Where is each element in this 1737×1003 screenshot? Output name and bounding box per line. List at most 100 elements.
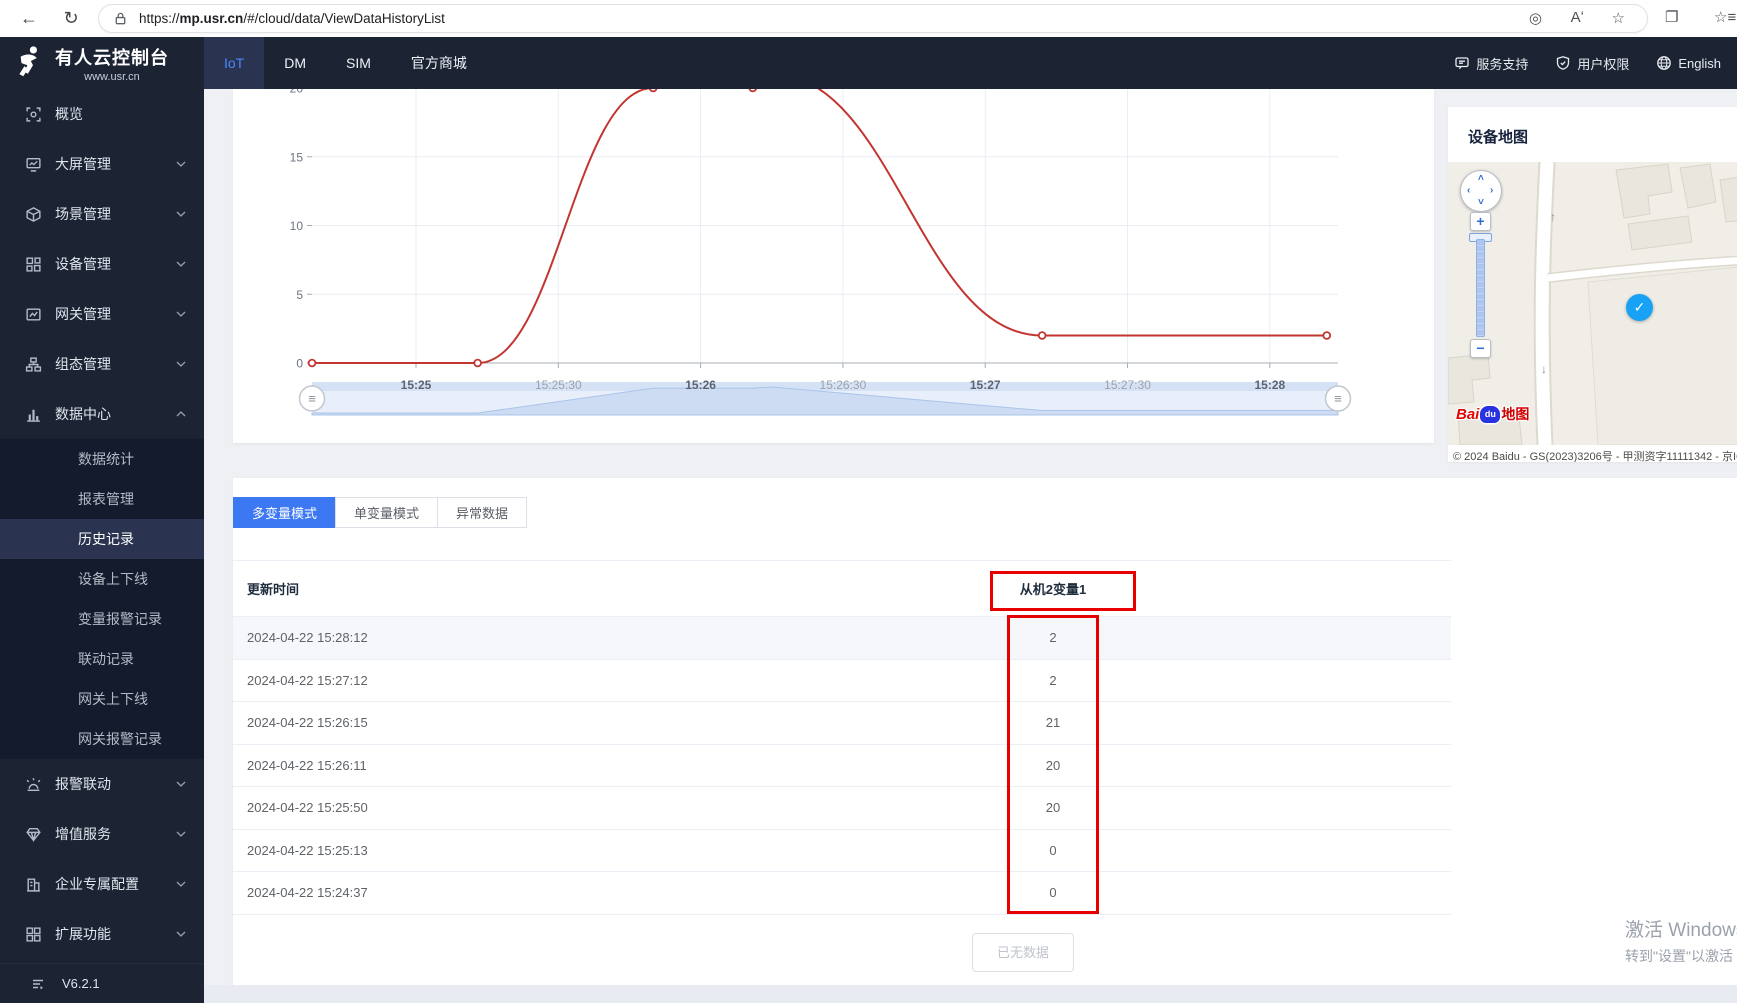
chevron-down-icon <box>176 831 186 837</box>
road-arrow-down-icon: ↓ <box>1541 362 1547 376</box>
sidebar-subitem[interactable]: 变量报警记录 <box>0 599 204 639</box>
cell-update-time: 2024-04-22 15:27:12 <box>247 672 368 688</box>
sidebar-item-screen[interactable]: 大屏管理 <box>0 139 204 189</box>
sidebar-item-datacenter[interactable]: 数据中心 <box>0 389 204 439</box>
brand-title: 有人云控制台 <box>55 47 169 68</box>
col-header-variable: 从机2变量1 <box>1019 582 1087 597</box>
device-location-marker[interactable]: ✓ <box>1626 294 1653 321</box>
pan-down-icon[interactable]: ˅ <box>1478 197 1484 208</box>
map-zoom-out-button[interactable]: − <box>1470 339 1491 358</box>
pan-up-icon[interactable]: ˄ <box>1478 173 1484 184</box>
mode-tab[interactable]: 异常数据 <box>437 497 528 528</box>
cell-variable-value: 2 <box>1049 630 1057 646</box>
history-line-chart[interactable]: 0 5 10 15 20 15:25 15:25:30 15:26 15:26:30 15:27 1… <box>233 69 1434 443</box>
sidebar-item-alarm[interactable]: 报警联动 <box>0 759 204 809</box>
cell-variable-value: 20 <box>1045 800 1061 816</box>
sidebar-item-label: 企业专属配置 <box>55 876 139 892</box>
sidebar-item-device[interactable]: 设备管理 <box>0 239 204 289</box>
baidu-maps-logo: Bai du 地图 <box>1456 405 1530 423</box>
lock-icon[interactable] <box>113 11 128 31</box>
topnav-item-shield[interactable]: 用户权限 <box>1555 54 1629 73</box>
brand-logo[interactable]: 有人云控制台 www.usr.cn <box>0 37 204 89</box>
sidebar-item-label: 概览 <box>55 106 83 122</box>
table-row[interactable]: 2024-04-22 15:25:13 0 <box>233 830 1451 872</box>
site-permissions-icon[interactable]: ◎ <box>1529 9 1542 27</box>
shield-icon <box>1555 55 1571 71</box>
table-row[interactable]: 2024-04-22 15:26:15 21 <box>233 702 1451 745</box>
topnav-tab-官方商城[interactable]: 官方商城 <box>391 37 487 89</box>
svg-text:20: 20 <box>290 89 304 96</box>
map-pan-control[interactable]: ˄ ˅ ‹ › <box>1460 170 1502 212</box>
history-chart-card: 0 5 10 15 20 15:25 15:25:30 15:26 15:26:30 15:27 1… <box>233 69 1434 443</box>
sidebar-subitem[interactable]: 网关报警记录 <box>0 719 204 759</box>
sidebar-item-label: 场景管理 <box>55 206 111 222</box>
sidebar-item-gateway[interactable]: 网关管理 <box>0 289 204 339</box>
chevron-down-icon <box>176 361 186 367</box>
svg-text:15:25:30: 15:25:30 <box>535 378 582 392</box>
svg-text:15:26: 15:26 <box>685 378 716 392</box>
baidu-map[interactable]: ˄ ˅ ‹ › + − ✓ ↑ ↓ Bai du 地图 <box>1448 162 1737 445</box>
pan-right-icon[interactable]: › <box>1490 185 1493 196</box>
sidebar-subitem[interactable]: 设备上下线 <box>0 559 204 599</box>
cell-update-time: 2024-04-22 15:28:12 <box>247 630 368 646</box>
sidebar-submenu: 数据统计 报表管理 历史记录 设备上下线 变量报警记录 联动记录 网关上下线 网关报警记录 <box>0 439 204 759</box>
sidebar-item-scada[interactable]: 组态管理 <box>0 339 204 389</box>
pan-left-icon[interactable]: ‹ <box>1467 185 1470 196</box>
mode-tab[interactable]: 单变量模式 <box>335 497 439 528</box>
device-map-title: 设备地图 <box>1468 129 1529 146</box>
table-row[interactable]: 2024-04-22 15:27:12 2 <box>233 660 1451 702</box>
favorite-star-icon[interactable]: ☆ <box>1612 9 1625 27</box>
sidebar-subitem[interactable]: 数据统计 <box>0 439 204 479</box>
scene-icon <box>25 206 43 223</box>
table-header-row: 更新时间 从机2变量1 <box>233 560 1451 617</box>
table-row[interactable]: 2024-04-22 15:28:12 2 <box>233 617 1451 660</box>
sidebar-item-overview[interactable]: 概览 <box>0 89 204 139</box>
cell-variable-value: 20 <box>1045 757 1061 773</box>
sidebar-item-extension[interactable]: 扩展功能 <box>0 909 204 959</box>
datazoom-handle-left[interactable]: ≡ <box>298 385 326 412</box>
chevron-down-icon <box>176 211 186 217</box>
version-label: V6.2.1 <box>62 976 100 991</box>
cell-variable-value: 0 <box>1049 842 1057 858</box>
table-row[interactable]: 2024-04-22 15:26:11 20 <box>233 745 1451 787</box>
chevron-down-icon <box>176 161 186 167</box>
sidebar-subitem[interactable]: 报表管理 <box>0 479 204 519</box>
sidebar-subitem[interactable]: 网关上下线 <box>0 679 204 719</box>
chevron-down-icon <box>176 261 186 267</box>
windows-activation-watermark: 激活 Windows 转到"设置"以激活 Windows。 <box>1625 920 1737 964</box>
records-panel: 多变量模式 单变量模式 异常数据 更新时间 从机2变量1 2024-04-22 15… <box>233 478 1737 985</box>
globe-icon <box>1656 55 1672 71</box>
sidebar-subitem[interactable]: 联动记录 <box>0 639 204 679</box>
road-arrow-up-icon: ↑ <box>1550 210 1556 224</box>
map-zoom-slider[interactable] <box>1476 239 1485 337</box>
topnav-tab-dm[interactable]: DM <box>264 37 326 89</box>
baidu-paw-icon: du <box>1480 405 1501 423</box>
sidebar-item-label: 大屏管理 <box>55 156 111 172</box>
topnav-item-chat[interactable]: 服务支持 <box>1454 54 1528 73</box>
sidebar-item-scene[interactable]: 场景管理 <box>0 189 204 239</box>
back-icon[interactable]: ← <box>16 5 42 31</box>
url-text: https://mp.usr.cn/#/cloud/data/ViewDataH… <box>139 11 445 26</box>
topnav-tab-iot[interactable]: IoT <box>204 37 265 89</box>
gateway-icon <box>25 306 43 323</box>
chevron-up-icon <box>176 411 186 417</box>
table-row[interactable]: 2024-04-22 15:24:37 0 <box>233 872 1451 915</box>
topnav-item-globe[interactable]: English <box>1656 55 1721 71</box>
no-more-data-button[interactable]: 已无数据 <box>972 933 1074 972</box>
address-bar[interactable]: https://mp.usr.cn/#/cloud/data/ViewDataH… <box>98 4 1648 33</box>
table-row[interactable]: 2024-04-22 15:25:50 20 <box>233 787 1451 830</box>
map-zoom-in-button[interactable]: + <box>1470 212 1491 231</box>
datazoom-handle-right[interactable]: ≡ <box>1324 385 1352 412</box>
sidebar-subitem[interactable]: 历史记录 <box>0 519 204 559</box>
sidebar-item-label: 增值服务 <box>55 826 111 842</box>
topnav-tab-sim[interactable]: SIM <box>326 37 391 89</box>
read-aloud-icon[interactable]: Aʻ <box>1571 9 1584 26</box>
collections-icon[interactable]: ☆≡ <box>1714 8 1736 26</box>
refresh-icon[interactable]: ↻ <box>58 5 84 31</box>
split-screen-icon[interactable]: ❐ <box>1665 8 1678 26</box>
sidebar-item-enterprise[interactable]: 企业专属配置 <box>0 859 204 909</box>
alarm-icon <box>25 776 43 793</box>
sidebar-item-vas[interactable]: 增值服务 <box>0 809 204 859</box>
mode-tab[interactable]: 多变量模式 <box>233 497 337 528</box>
version-list-icon <box>30 976 46 992</box>
